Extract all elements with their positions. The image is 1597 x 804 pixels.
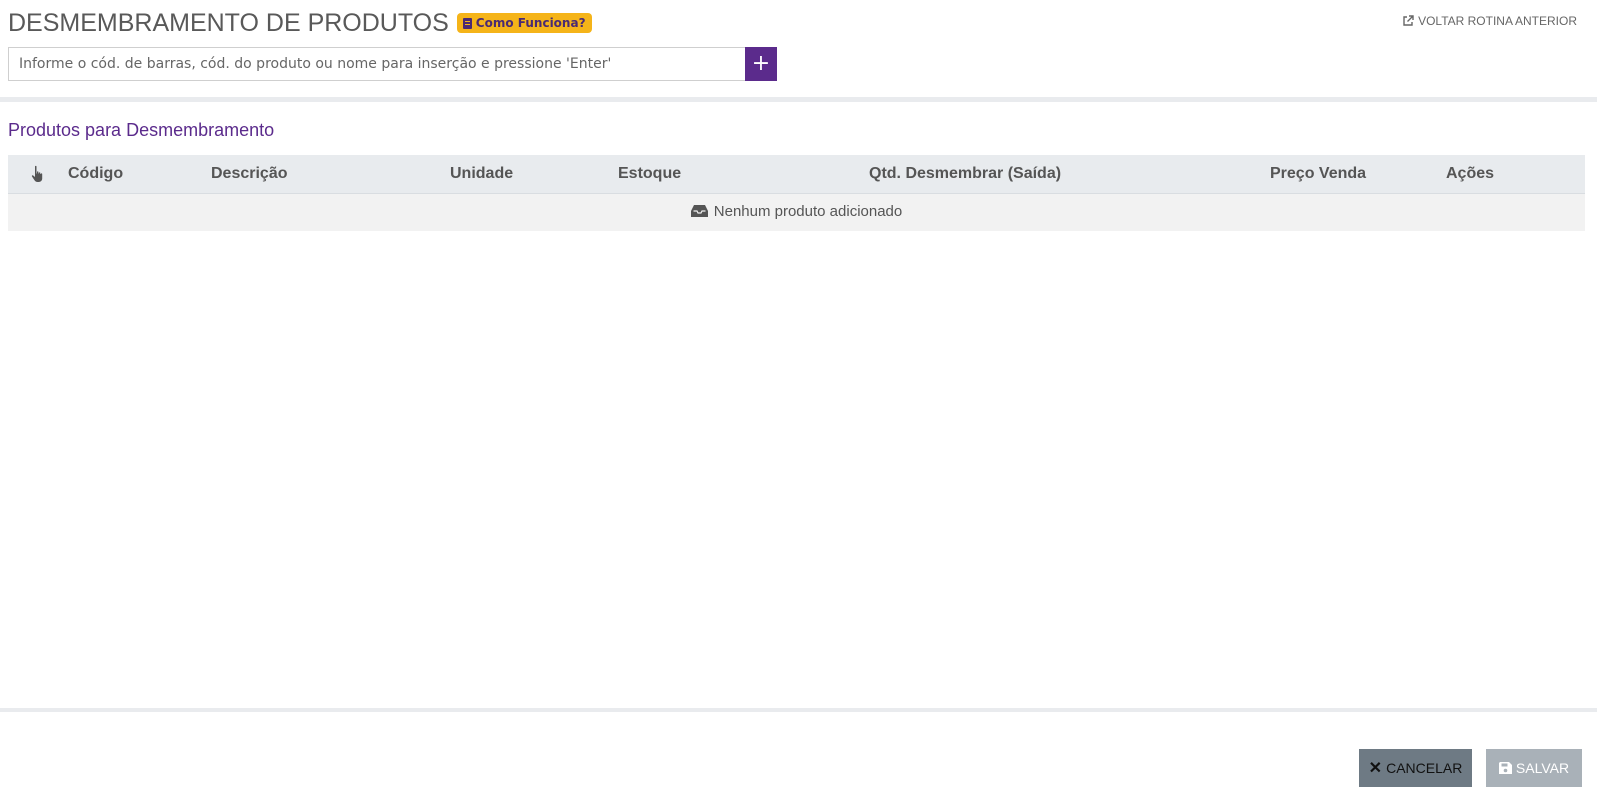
table-header-row: Código Descrição Unidade Estoque Qtd. De… <box>8 155 1585 194</box>
back-previous-link[interactable]: VOLTAR ROTINA ANTERIOR <box>1402 14 1577 28</box>
empty-cell: Nenhum produto adicionado <box>8 193 1585 231</box>
help-badge[interactable]: Como Funciona? <box>456 13 592 33</box>
book-icon <box>462 17 472 29</box>
column-header-qtd-desmembrar: Qtd. Desmembrar (Saída) <box>869 155 1270 194</box>
section-title: Produtos para Desmembramento <box>8 120 275 140</box>
products-table: Código Descrição Unidade Estoque Qtd. De… <box>8 155 1585 231</box>
column-header-acoes: Ações <box>1446 155 1585 194</box>
empty-message: Nenhum produto adicionado <box>690 202 903 220</box>
save-button[interactable]: SALVAR <box>1486 749 1582 787</box>
help-badge-label: Como Funciona? <box>475 16 586 30</box>
pointer-hand-icon <box>31 165 43 182</box>
column-header-unidade: Unidade <box>450 155 618 194</box>
save-button-label: SALVAR <box>1515 760 1570 776</box>
bottom-divider <box>0 708 1597 712</box>
empty-row: Nenhum produto adicionado <box>8 193 1585 231</box>
empty-message-text: Nenhum produto adicionado <box>713 202 903 220</box>
search-row: + <box>8 47 778 81</box>
cancel-button-label: CANCELAR <box>1386 760 1463 776</box>
column-header-codigo: Código <box>68 155 211 194</box>
external-link-icon <box>1403 15 1414 26</box>
select-column-header <box>8 155 68 194</box>
column-header-estoque: Estoque <box>618 155 869 194</box>
column-header-descricao: Descrição <box>211 155 450 194</box>
inbox-icon <box>690 205 708 217</box>
header: DESMEMBRAMENTO DE PRODUTOS Como Funciona… <box>8 8 1577 38</box>
column-header-preco-venda: Preço Venda <box>1270 155 1446 194</box>
top-divider <box>0 97 1597 102</box>
add-product-button[interactable]: + <box>745 47 777 81</box>
page-title: DESMEMBRAMENTO DE PRODUTOS <box>8 9 449 37</box>
floppy-disk-icon <box>1498 761 1512 774</box>
cancel-button[interactable]: ✕ CANCELAR <box>1359 749 1472 787</box>
back-link-label: VOLTAR ROTINA ANTERIOR <box>1418 14 1577 28</box>
close-icon: ✕ <box>1368 760 1383 777</box>
search-input[interactable] <box>8 47 745 81</box>
